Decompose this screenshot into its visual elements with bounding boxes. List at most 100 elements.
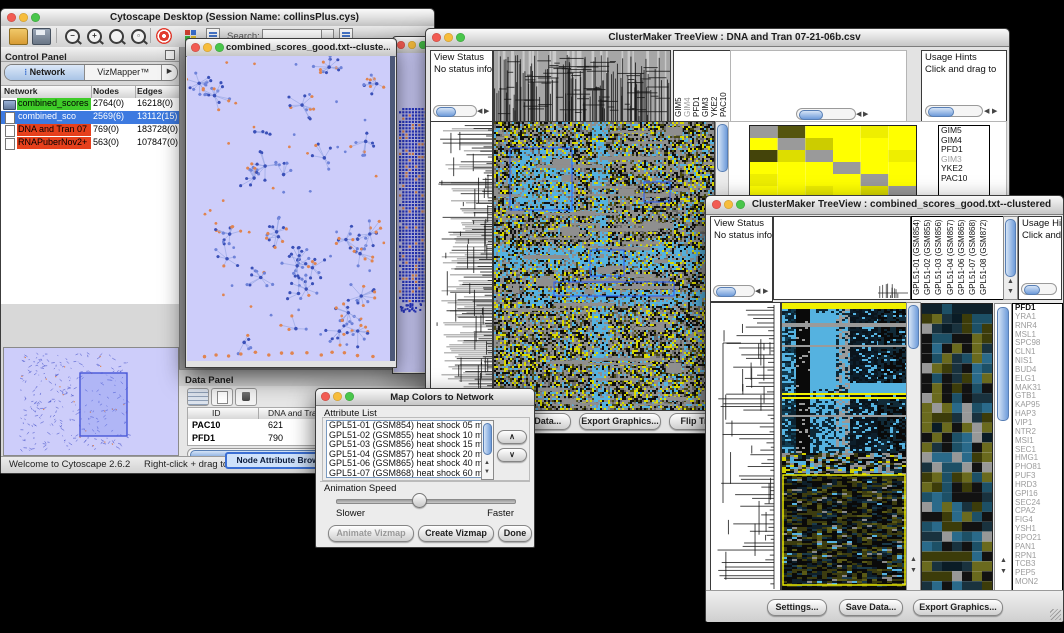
tv2-col-label[interactable]: GPL51-08 (GSM872) bbox=[979, 217, 990, 295]
minimize-icon[interactable] bbox=[724, 200, 733, 209]
tv1-export-graphics-button[interactable]: Export Graphics... bbox=[579, 413, 661, 430]
tv2-save-data-button[interactable]: Save Data... bbox=[839, 599, 903, 616]
minimize-icon[interactable] bbox=[19, 13, 28, 22]
attribute-list[interactable]: GPL51-01 (GSM854) heat shock 05 minGPL51… bbox=[326, 420, 483, 478]
zoom-fit-icon[interactable]: ▫ bbox=[131, 29, 146, 44]
zoom-window-icon[interactable] bbox=[456, 33, 465, 42]
done-button[interactable]: Done bbox=[498, 525, 532, 542]
tv2-settings-button[interactable]: Settings... bbox=[767, 599, 827, 616]
tv2-vscrollbar[interactable]: ▲ ▼ bbox=[906, 302, 921, 592]
minimize-icon[interactable] bbox=[333, 392, 342, 401]
treeview2-titlebar[interactable]: ClusterMaker TreeView : combined_scores_… bbox=[706, 196, 1063, 215]
network-overview-canvas[interactable] bbox=[3, 347, 179, 456]
network-row[interactable]: combined_sco2569(6)13112(15) bbox=[1, 111, 179, 124]
dialog-titlebar[interactable]: Map Colors to Network bbox=[316, 389, 534, 406]
tv1-status-hscrollbar[interactable] bbox=[433, 105, 477, 117]
network1-title: combined_scores_good.txt--cluste... bbox=[226, 42, 390, 53]
move-down-button[interactable]: ∨ bbox=[497, 448, 527, 462]
open-file-icon[interactable] bbox=[9, 28, 28, 45]
tv2-top-vscrollbar[interactable]: ▲ ▼ bbox=[1003, 216, 1018, 300]
tv1-col-label[interactable]: PFD1 bbox=[692, 51, 701, 117]
tab-vizmapper[interactable]: VizMapper™ bbox=[85, 65, 161, 80]
network1-canvas[interactable] bbox=[187, 56, 390, 361]
network-name: RNAPuberNov2+ bbox=[17, 137, 91, 149]
network-row[interactable]: combined_scores2764(0)16218(0) bbox=[1, 98, 179, 111]
tv1-row-dendrogram[interactable] bbox=[430, 121, 493, 411]
tv2-usage-hints: Usage Hints Click and bbox=[1018, 216, 1062, 300]
zoom-window-icon[interactable] bbox=[736, 200, 745, 209]
tv1-col-label[interactable]: PAC10 bbox=[719, 51, 728, 117]
tab-network[interactable]: ⁝ Network bbox=[5, 65, 85, 80]
close-icon[interactable] bbox=[712, 200, 721, 209]
tv2-heatmap[interactable] bbox=[781, 302, 908, 592]
tv1-col-label[interactable]: GIM4 bbox=[683, 51, 692, 117]
zoom-selected-icon[interactable] bbox=[109, 29, 124, 44]
animate-vizmap-button[interactable]: Animate Vizmap bbox=[328, 525, 414, 542]
tv2-col-label[interactable]: GPL51-01 (GSM854) bbox=[912, 217, 923, 295]
close-icon[interactable] bbox=[432, 33, 441, 42]
doc-icon bbox=[5, 125, 15, 137]
tv2-col-label[interactable]: GPL51-04 (GSM857) bbox=[946, 217, 957, 295]
close-icon[interactable] bbox=[191, 43, 200, 52]
col-network[interactable]: Network bbox=[4, 86, 38, 97]
zoom-out-icon[interactable]: − bbox=[65, 29, 80, 44]
col-edges[interactable]: Edges bbox=[137, 86, 163, 97]
table-view-icon[interactable] bbox=[187, 388, 209, 406]
treeview1-titlebar[interactable]: ClusterMaker TreeView : DNA and Tran 07-… bbox=[426, 29, 1009, 47]
network1-titlebar[interactable]: combined_scores_good.txt--cluste... bbox=[186, 39, 396, 57]
minimize-icon[interactable] bbox=[444, 33, 453, 42]
attribute-list-scrollbar[interactable]: ▲ ▼ bbox=[481, 420, 494, 480]
tv1-col-label[interactable]: YKE2 bbox=[710, 51, 719, 117]
help-icon[interactable] bbox=[156, 28, 172, 44]
control-panel: Control Panel ⁝ Network VizMapper™ ▶ Net… bbox=[1, 47, 180, 456]
float-panel-icon[interactable] bbox=[165, 50, 175, 60]
map-colors-dialog: Map Colors to Network Attribute List GPL… bbox=[315, 388, 535, 548]
tv2-column-dendrogram[interactable] bbox=[773, 216, 911, 300]
tv1-zoom-hscrollbar[interactable] bbox=[796, 108, 856, 120]
tv2-zoom-heatmap[interactable] bbox=[921, 303, 993, 591]
tv2-col-label[interactable]: GPL51-03 (GSM856) bbox=[934, 217, 945, 295]
tv1-col-label[interactable]: GIM3 bbox=[701, 51, 710, 117]
col-nodes[interactable]: Nodes bbox=[93, 86, 119, 97]
network-row[interactable]: RNAPuberNov2+563(0)107847(0) bbox=[1, 137, 179, 150]
zoom-window-icon[interactable] bbox=[215, 43, 224, 52]
window-title: Cytoscape Desktop (Session Name: collins… bbox=[41, 12, 428, 23]
slower-label: Slower bbox=[336, 508, 365, 519]
tv2-export-graphics-button[interactable]: Export Graphics... bbox=[913, 599, 1003, 616]
attribute-item[interactable]: GPL51-07 (GSM868) heat shock 60 min bbox=[327, 469, 482, 478]
tv2-col-label[interactable]: GPL51-07 (GSM868) bbox=[968, 217, 979, 295]
tv2-gene-label[interactable]: MON2 bbox=[1013, 578, 1062, 587]
minimize-icon[interactable] bbox=[203, 43, 212, 52]
move-up-button[interactable]: ∧ bbox=[497, 430, 527, 444]
resize-grip[interactable] bbox=[1050, 609, 1061, 620]
id-header[interactable]: ID bbox=[212, 408, 221, 419]
close-icon[interactable] bbox=[397, 41, 405, 49]
tv2-hints-hscrollbar[interactable] bbox=[1021, 283, 1057, 295]
slider-thumb[interactable] bbox=[412, 493, 427, 508]
zoom-in-icon[interactable]: + bbox=[87, 29, 102, 44]
tv1-heatmap[interactable] bbox=[493, 121, 715, 411]
save-icon[interactable] bbox=[32, 28, 51, 45]
tv2-col-label[interactable]: GPL51-02 (GSM855) bbox=[923, 217, 934, 295]
tabs-overflow-icon[interactable]: ▶ bbox=[161, 65, 177, 80]
tv2-labels-scrollbar[interactable]: ▲ ▼ bbox=[994, 303, 1012, 591]
zoom-window-icon[interactable] bbox=[31, 13, 40, 22]
close-icon[interactable] bbox=[7, 13, 16, 22]
tv1-usage-hints: Usage Hints Click and drag to ◀ ▶ bbox=[921, 50, 1007, 122]
create-vizmap-button[interactable]: Create Vizmap bbox=[418, 525, 494, 542]
new-attribute-icon[interactable] bbox=[211, 388, 233, 406]
tv2-row-dendrogram[interactable] bbox=[710, 302, 781, 592]
network1-scrollbar[interactable] bbox=[390, 56, 395, 361]
desktop-titlebar[interactable]: Cytoscape Desktop (Session Name: collins… bbox=[1, 9, 434, 27]
tv1-col-label[interactable]: GIM5 bbox=[674, 51, 683, 117]
zoom-window-icon[interactable] bbox=[345, 392, 354, 401]
delete-attribute-icon[interactable] bbox=[235, 388, 257, 406]
tv2-status-hscrollbar[interactable] bbox=[713, 285, 755, 297]
tv2-col-label[interactable]: GPL51-06 (GSM865) bbox=[957, 217, 968, 295]
tv1-column-dendrogram[interactable] bbox=[493, 50, 671, 122]
network-row[interactable]: DNA and Tran 07769(0)183728(0) bbox=[1, 124, 179, 137]
close-icon[interactable] bbox=[321, 392, 330, 401]
minimize-icon[interactable] bbox=[408, 41, 416, 49]
tv1-hints-hscrollbar[interactable] bbox=[925, 105, 983, 117]
tv1-gene-label[interactable]: PAC10 bbox=[939, 174, 989, 184]
